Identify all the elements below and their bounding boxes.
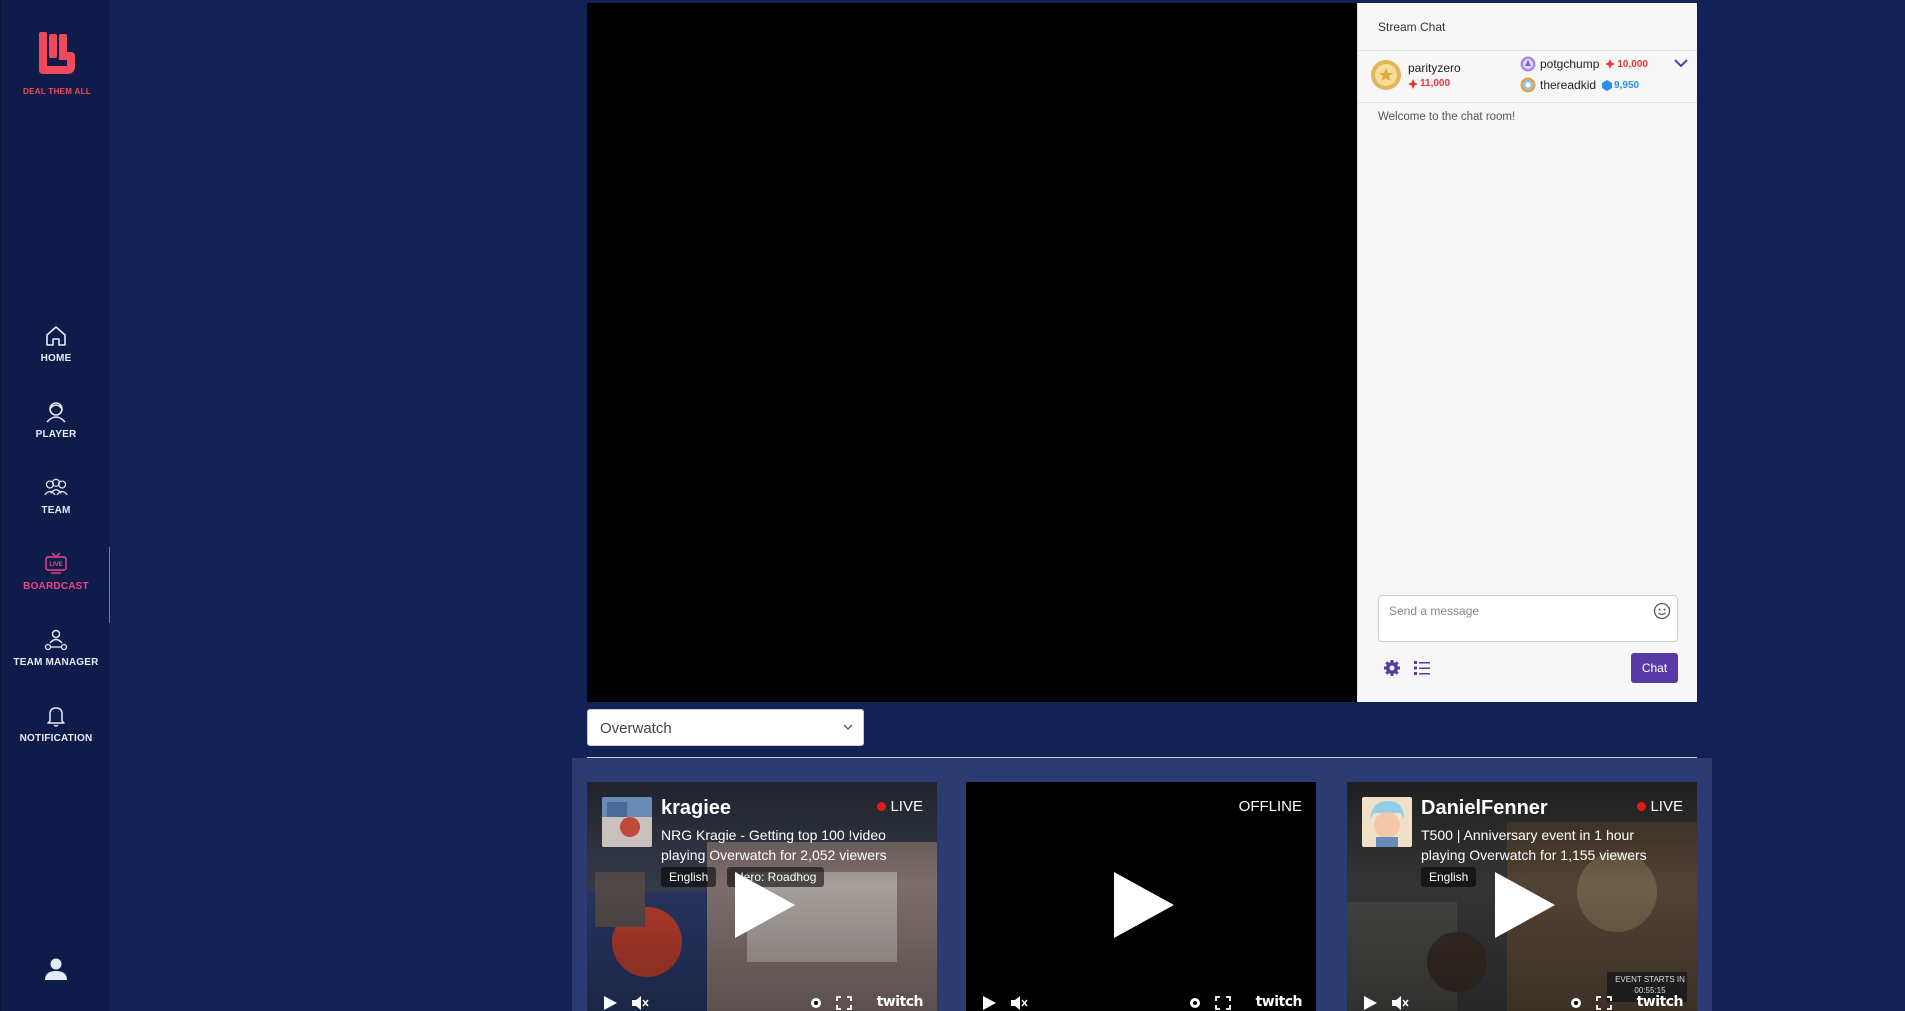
- main-video-player[interactable]: [587, 3, 1357, 702]
- svg-text:LIVE: LIVE: [49, 562, 62, 568]
- mute-icon[interactable]: [1391, 995, 1409, 1011]
- leaderboard-user[interactable]: potgchump 10,000: [1520, 56, 1648, 72]
- blue-gem-icon: [1602, 79, 1613, 91]
- play-icon[interactable]: [729, 870, 797, 940]
- play-icon[interactable]: [1108, 870, 1176, 940]
- leaderboard-score: 9,950: [1602, 79, 1639, 91]
- sidebar-item-label: HOME: [40, 353, 72, 364]
- mute-icon[interactable]: [1010, 995, 1028, 1011]
- play-icon[interactable]: [1489, 870, 1557, 940]
- user-account-icon[interactable]: [42, 955, 70, 983]
- player-icon: [46, 402, 66, 423]
- live-broadcast-icon: LIVE: [45, 552, 67, 574]
- leaderboard-user[interactable]: parityzero 11,000: [1370, 59, 1461, 91]
- stream-tag[interactable]: English: [1421, 867, 1477, 887]
- sidebar-item-label: PLAYER: [35, 429, 77, 440]
- play-small-icon[interactable]: [601, 995, 619, 1011]
- stream-chat-panel: Stream Chat parityzero 11,000 potgchump …: [1357, 3, 1697, 702]
- channel-avatar: [1362, 797, 1412, 847]
- sidebar: DEAL THEM ALL HOME PLAYER TEAM LIVE BOAR…: [0, 0, 111, 1011]
- fullscreen-icon[interactable]: [835, 995, 853, 1011]
- stream-offline-status: OFFLINE: [1238, 798, 1302, 815]
- leaderboard-name: thereadkid: [1540, 78, 1597, 92]
- stream-card[interactable]: DanielFenner LIVE T500 | Anniversary eve…: [1347, 782, 1697, 1011]
- chat-leaderboard: parityzero 11,000 potgchump 10,000 there…: [1358, 51, 1697, 103]
- team-manager-icon: [44, 629, 68, 651]
- stream-live-status: LIVE: [1637, 798, 1683, 815]
- gold-rank-badge-icon: [1371, 60, 1401, 90]
- gear-icon[interactable]: [1382, 658, 1402, 678]
- twitch-logo[interactable]: twitch: [1637, 994, 1684, 1010]
- purple-rank-badge-icon: [1520, 56, 1536, 72]
- sidebar-item-home[interactable]: HOME: [1, 323, 111, 385]
- player-controls: twitch: [587, 993, 937, 1011]
- gear-icon[interactable]: [1186, 995, 1204, 1011]
- game-select-dropdown[interactable]: Overwatch: [587, 709, 864, 746]
- sidebar-item-label: BOARDCAST: [23, 581, 89, 592]
- stream-channel-name: DanielFenner: [1421, 797, 1548, 819]
- silver-rank-badge-icon: [1520, 77, 1536, 93]
- sidebar-item-label: NOTIFICATION: [19, 733, 93, 744]
- chat-header: Stream Chat: [1358, 3, 1697, 51]
- twitch-logo[interactable]: twitch: [1256, 994, 1303, 1010]
- live-dot-icon: [1637, 802, 1647, 811]
- player-controls: twitch: [1347, 993, 1697, 1011]
- home-icon: [46, 326, 66, 346]
- sidebar-item-label: TEAM: [41, 505, 71, 516]
- player-controls: twitch: [966, 993, 1316, 1011]
- chat-input-box[interactable]: [1378, 595, 1678, 642]
- sidebar-item-team[interactable]: TEAM: [1, 475, 111, 537]
- play-small-icon[interactable]: [1361, 995, 1379, 1011]
- sidebar-item-notification[interactable]: NOTIFICATION: [1, 703, 111, 765]
- sidebar-item-player[interactable]: PLAYER: [1, 399, 111, 461]
- game-select-value: Overwatch: [600, 720, 672, 737]
- brand-name: DEAL THEM ALL: [23, 87, 91, 96]
- mute-icon[interactable]: [631, 995, 649, 1011]
- team-icon: [44, 478, 68, 496]
- stream-card[interactable]: kragiee LIVE NRG Kragie - Getting top 10…: [587, 782, 937, 1011]
- stream-card[interactable]: OFFLINE twitch: [966, 782, 1316, 1011]
- leaderboard-score: 10,000: [1605, 59, 1648, 70]
- chat-message-list: Welcome to the chat room!: [1358, 103, 1697, 123]
- chevron-down-icon[interactable]: [1673, 57, 1689, 69]
- stream-channel-name: kragiee: [661, 797, 732, 819]
- leaderboard-name: parityzero: [1408, 61, 1461, 75]
- leaderboard-score: 11,000: [1408, 78, 1461, 89]
- sidebar-item-team-manager[interactable]: TEAM MANAGER: [1, 627, 111, 689]
- sidebar-item-label: TEAM MANAGER: [13, 657, 99, 668]
- twitch-logo[interactable]: twitch: [877, 994, 924, 1010]
- red-gem-icon: [1605, 59, 1616, 69]
- list-icon[interactable]: [1412, 658, 1432, 678]
- sidebar-item-boardcast[interactable]: LIVE BOARDCAST: [1, 547, 111, 623]
- leaderboard-user[interactable]: thereadkid 9,950: [1520, 77, 1639, 93]
- leaderboard-name: potgchump: [1540, 57, 1600, 71]
- stream-title: T500 | Anniversary event in 1 hour playin…: [1421, 827, 1647, 863]
- gear-icon[interactable]: [1567, 995, 1585, 1011]
- emoji-icon[interactable]: [1653, 602, 1671, 620]
- fullscreen-icon[interactable]: [1595, 995, 1613, 1011]
- play-small-icon[interactable]: [980, 995, 998, 1011]
- stream-tag[interactable]: English: [661, 867, 717, 887]
- channel-avatar: [602, 797, 652, 847]
- bell-icon: [47, 707, 65, 727]
- main-content: Stream Chat parityzero 11,000 potgchump …: [110, 0, 1905, 1011]
- chat-send-button[interactable]: Chat: [1631, 653, 1678, 683]
- chevron-down-icon: [843, 724, 853, 730]
- red-gem-icon: [1408, 78, 1418, 89]
- stream-live-status: LIVE: [877, 798, 923, 815]
- live-dot-icon: [877, 802, 887, 811]
- fist-logo-icon: [39, 32, 75, 74]
- gear-icon[interactable]: [807, 995, 825, 1011]
- chat-welcome-message: Welcome to the chat room!: [1378, 111, 1516, 123]
- stream-title: NRG Kragie - Getting top 100 !video playi…: [661, 827, 887, 863]
- chat-message-input[interactable]: [1389, 602, 1649, 620]
- brand-logo[interactable]: DEAL THEM ALL: [23, 30, 91, 96]
- fullscreen-icon[interactable]: [1214, 995, 1232, 1011]
